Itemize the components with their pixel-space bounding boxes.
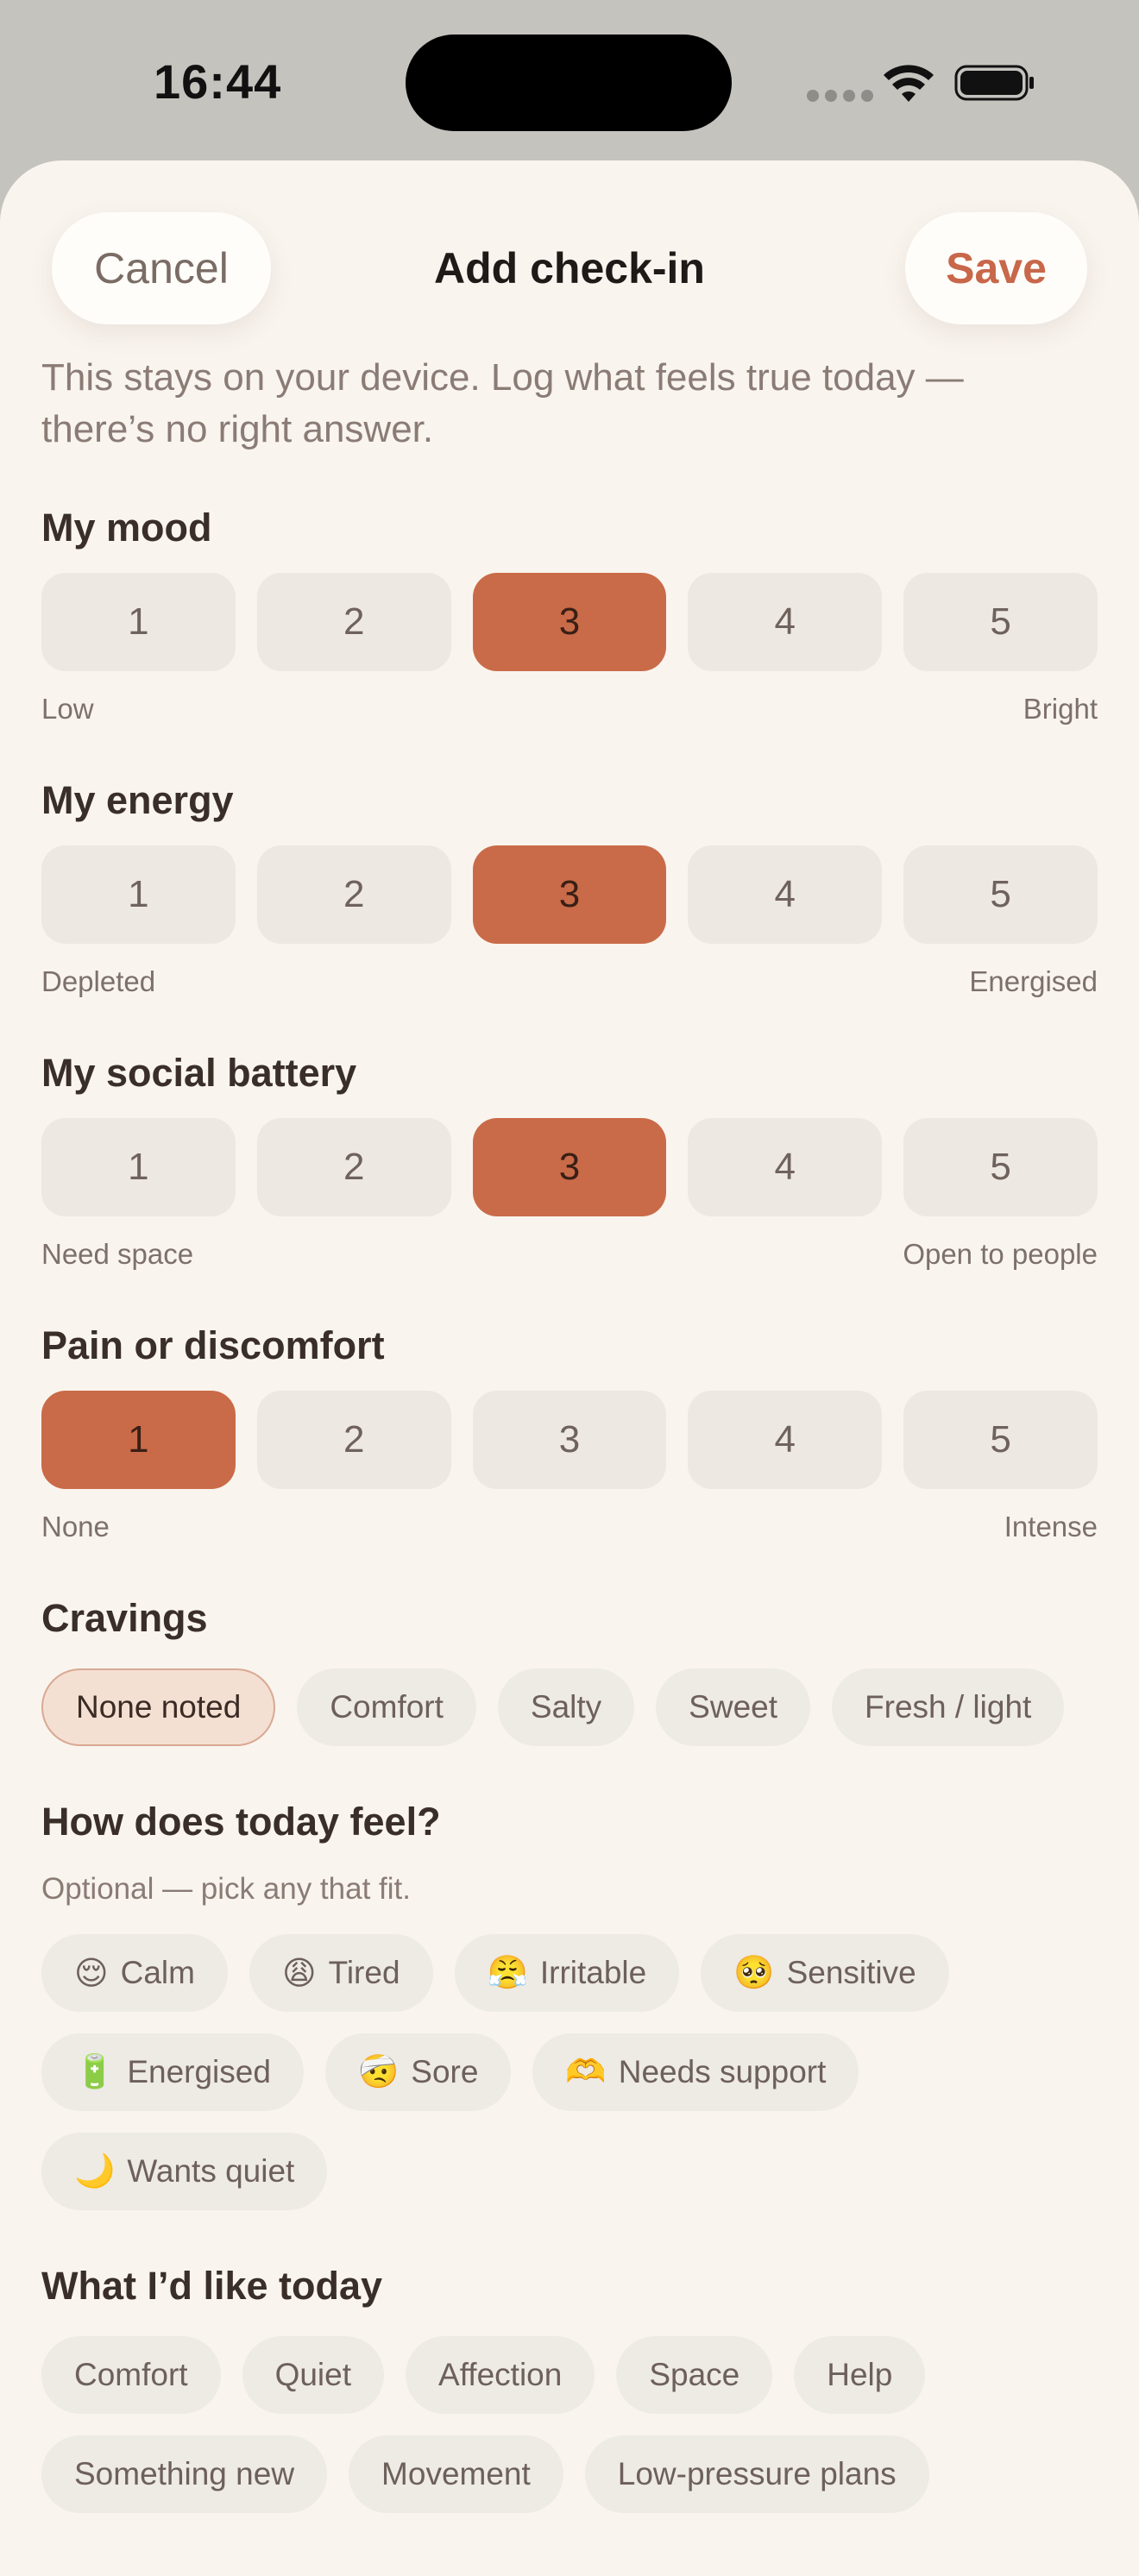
- mood-option-2[interactable]: 2: [256, 573, 451, 671]
- cellular-signal-icon: [807, 90, 873, 102]
- mood-title: My mood: [41, 506, 212, 550]
- moon-emoji-icon: 🌙: [74, 2153, 116, 2190]
- energy-option-5[interactable]: 5: [903, 845, 1098, 944]
- pain-option-5[interactable]: 5: [903, 1391, 1098, 1489]
- social-battery-scale: 12345: [41, 1118, 1098, 1216]
- wish-chip-comfort[interactable]: Comfort: [41, 2336, 221, 2414]
- wish-chip-help[interactable]: Help: [794, 2336, 926, 2414]
- intro-text: This stays on your device. Log what feel…: [41, 356, 964, 450]
- craving-chip-none-noted[interactable]: None noted: [41, 1668, 276, 1746]
- wish-chip-something-new[interactable]: Something new: [41, 2435, 328, 2513]
- craving-chip-fresh-light[interactable]: Fresh / light: [832, 1668, 1065, 1746]
- craving-chip-salty[interactable]: Salty: [497, 1668, 635, 1746]
- pain-option-1[interactable]: 1: [41, 1391, 236, 1489]
- feeling-label: Sore: [411, 2054, 479, 2089]
- craving-chip-sweet[interactable]: Sweet: [656, 1668, 811, 1746]
- dynamic-island: [406, 35, 732, 131]
- feeling-label: Wants quiet: [127, 2153, 295, 2189]
- pain-option-4[interactable]: 4: [688, 1391, 883, 1489]
- wish-chip-low-pressure-plans[interactable]: Low-pressure plans: [584, 2435, 929, 2513]
- check-in-sheet: Cancel Add check-in Save This stays on y…: [0, 160, 1139, 2576]
- wish-chip-quiet[interactable]: Quiet: [242, 2336, 385, 2414]
- energy-option-2[interactable]: 2: [256, 845, 451, 944]
- mood-option-1[interactable]: 1: [41, 573, 236, 671]
- feelings-row-3: 🌙 Wants quiet: [41, 2133, 328, 2210]
- social-battery-title: My social battery: [41, 1051, 357, 1095]
- pain-high-label: Intense: [1004, 1511, 1098, 1542]
- feelings-hint: Optional — pick any that fit.: [41, 1872, 411, 1906]
- feeling-chip-sensitive[interactable]: 🥺 Sensitive: [701, 1934, 949, 2012]
- status-time: 16:44: [154, 54, 282, 109]
- sore-emoji-icon: 🤕: [357, 2054, 400, 2090]
- calm-emoji-icon: 😌: [74, 1955, 109, 1992]
- sensitive-emoji-icon: 🥺: [733, 1955, 775, 1991]
- cravings-chips: None noted Comfort Salty Sweet Fresh / l…: [41, 1668, 1065, 1746]
- energy-scale: 12345: [41, 845, 1098, 944]
- mood-option-4[interactable]: 4: [688, 573, 883, 671]
- energy-low-label: Depleted: [41, 965, 156, 997]
- feeling-chip-energised[interactable]: 🔋 Energised: [41, 2033, 304, 2111]
- wish-chip-movement[interactable]: Movement: [349, 2435, 563, 2513]
- pain-scale: 12345: [41, 1391, 1098, 1489]
- social-option-5[interactable]: 5: [903, 1118, 1098, 1216]
- feeling-chip-irritable[interactable]: 😤 Irritable: [454, 1934, 680, 2012]
- pain-low-label: None: [41, 1511, 110, 1542]
- craving-chip-comfort[interactable]: Comfort: [297, 1668, 476, 1746]
- feeling-chip-calm[interactable]: 😌 Calm: [41, 1934, 228, 2012]
- wishes-row-2: Something new Movement Low-pressure plan…: [41, 2435, 929, 2513]
- feeling-label: Energised: [127, 2054, 271, 2089]
- energy-title: My energy: [41, 778, 234, 822]
- save-button[interactable]: Save: [905, 212, 1087, 324]
- social-high-label: Open to people: [903, 1238, 1098, 1270]
- pain-title: Pain or discomfort: [41, 1323, 385, 1367]
- wish-chip-space[interactable]: Space: [616, 2336, 773, 2414]
- energy-option-4[interactable]: 4: [688, 845, 883, 944]
- wishes-title: What I’d like today: [41, 2264, 383, 2308]
- social-low-label: Need space: [41, 1238, 194, 1270]
- feeling-chip-wants-quiet[interactable]: 🌙 Wants quiet: [41, 2133, 328, 2210]
- feelings-row-1: 😌 Calm 😩 Tired 😤 Irritable 🥺 Sensitive: [41, 1934, 949, 2012]
- irritable-emoji-icon: 😤: [487, 1955, 528, 1991]
- battery-icon: [954, 65, 1034, 101]
- pain-option-3[interactable]: 3: [472, 1391, 667, 1489]
- tired-emoji-icon: 😩: [281, 1955, 317, 1992]
- feelings-row-2: 🔋 Energised 🤕 Sore 🫶 Needs support: [41, 2033, 859, 2111]
- feeling-chip-sore[interactable]: 🤕 Sore: [324, 2033, 512, 2111]
- wishes-row-1: Comfort Quiet Affection Space Help: [41, 2336, 926, 2414]
- energy-option-3[interactable]: 3: [472, 845, 667, 944]
- feeling-label: Sensitive: [786, 1955, 916, 1990]
- feeling-chip-tired[interactable]: 😩 Tired: [249, 1934, 433, 2012]
- feeling-label: Irritable: [539, 1955, 647, 1990]
- battery-emoji-icon: 🔋: [74, 2054, 116, 2090]
- pain-option-2[interactable]: 2: [256, 1391, 451, 1489]
- mood-scale: 12345: [41, 573, 1098, 671]
- social-option-4[interactable]: 4: [688, 1118, 883, 1216]
- wifi-icon: [884, 65, 934, 102]
- feeling-label: Needs support: [618, 2054, 827, 2089]
- mood-option-3[interactable]: 3: [472, 573, 667, 671]
- feeling-chip-needs-support[interactable]: 🫶 Needs support: [532, 2033, 859, 2111]
- feeling-label: Tired: [328, 1955, 400, 1990]
- heart-hands-emoji-icon: 🫶: [565, 2054, 607, 2090]
- mood-option-5[interactable]: 5: [903, 573, 1098, 671]
- energy-option-1[interactable]: 1: [41, 845, 236, 944]
- mood-high-label: Bright: [1023, 693, 1098, 725]
- cravings-title: Cravings: [41, 1596, 208, 1640]
- mood-low-label: Low: [41, 693, 94, 725]
- energy-high-label: Energised: [969, 965, 1098, 997]
- social-option-3[interactable]: 3: [472, 1118, 667, 1216]
- feelings-title: How does today feel?: [41, 1800, 441, 1844]
- feeling-label: Calm: [120, 1955, 195, 1990]
- social-option-2[interactable]: 2: [256, 1118, 451, 1216]
- wish-chip-affection[interactable]: Affection: [406, 2336, 595, 2414]
- status-bar: 16:44: [0, 0, 1139, 164]
- social-option-1[interactable]: 1: [41, 1118, 236, 1216]
